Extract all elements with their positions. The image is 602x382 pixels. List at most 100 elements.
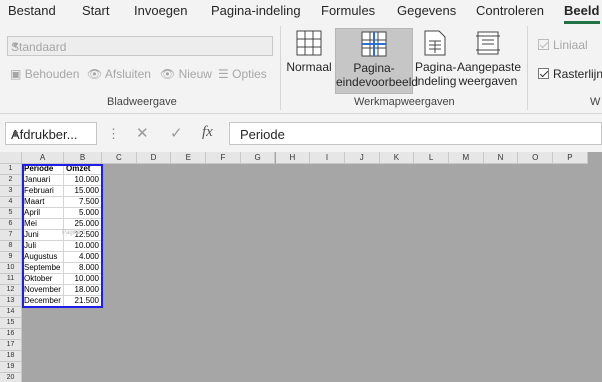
cell-b2[interactable]: 10.000 — [64, 175, 102, 186]
column-header-e[interactable]: E — [171, 152, 207, 164]
column-header-j[interactable]: J — [344, 152, 380, 164]
row-header-2[interactable]: 2 — [0, 175, 22, 186]
row-header-1[interactable]: 1 — [0, 164, 22, 175]
row-header-10[interactable]: 10 — [0, 263, 22, 274]
column-header-a[interactable]: A — [22, 152, 64, 164]
row-header-11[interactable]: 11 — [0, 274, 22, 285]
cell-b9[interactable]: 4.000 — [64, 252, 102, 263]
cell-a6[interactable]: Mei — [22, 219, 64, 230]
cell-a1[interactable]: Periode — [22, 164, 64, 175]
column-header-p[interactable]: P — [553, 152, 588, 164]
column-header-k[interactable]: K — [379, 152, 415, 164]
page-break-label-2: eindevoorbeeld — [336, 75, 419, 89]
column-header-c[interactable]: C — [102, 152, 137, 164]
new-view-button[interactable]: 👁 Nieuw — [160, 67, 212, 81]
row-header-20[interactable]: 20 — [0, 373, 22, 382]
cell-b4[interactable]: 7.500 — [64, 197, 102, 208]
row-header-6[interactable]: 6 — [0, 219, 22, 230]
name-box[interactable]: Afdrukber... ▼ — [5, 122, 97, 145]
row-header-3[interactable]: 3 — [0, 186, 22, 197]
custom-views-icon — [476, 31, 500, 55]
cell-a11[interactable]: Oktober — [22, 274, 64, 285]
keep-view-button[interactable]: ▣ Behouden — [10, 67, 79, 81]
cell-b10[interactable]: 8.000 — [64, 263, 102, 274]
row-header-7[interactable]: 7 — [0, 230, 22, 241]
tab-controleren[interactable]: Controleren — [476, 3, 544, 18]
cancel-icon[interactable]: ✕ — [136, 124, 149, 142]
page-break-preview-button[interactable]: Pagina- eindevoorbeeld — [335, 28, 418, 94]
cell-b13[interactable]: 21.500 — [64, 296, 102, 307]
list-icon: ☰ — [218, 67, 229, 81]
row-header-15[interactable]: 15 — [0, 318, 22, 329]
normal-view-button[interactable]: Normaal — [286, 28, 332, 90]
cell-a9[interactable]: Augustus — [22, 252, 64, 263]
gridlines-checkbox[interactable] — [538, 68, 549, 79]
group-label-show: W — [590, 96, 601, 108]
chevron-down-icon: ▼ — [11, 129, 20, 139]
row-header-17[interactable]: 17 — [0, 340, 22, 351]
row-header-12[interactable]: 12 — [0, 285, 22, 296]
column-header-m[interactable]: M — [449, 152, 484, 164]
column-header-n[interactable]: N — [483, 152, 519, 164]
cell-a12[interactable]: November — [22, 285, 64, 296]
cell-a8[interactable]: Juli — [22, 241, 64, 252]
formula-actions: ✕ ✓ fx — [120, 122, 224, 145]
row-header-18[interactable]: 18 — [0, 351, 22, 362]
cell-b8[interactable]: 10.000 — [64, 241, 102, 252]
cell-a13[interactable]: December — [22, 296, 64, 307]
column-header-i[interactable]: I — [310, 152, 345, 164]
page-layout-button[interactable]: Pagina- indeling — [415, 28, 456, 90]
cell-a3[interactable]: Februari — [22, 186, 64, 197]
column-header-f[interactable]: F — [206, 152, 241, 164]
view-options-button[interactable]: ☰ Opties — [218, 67, 267, 81]
custom-views-label-1: Aangepaste — [457, 60, 522, 74]
column-header-g[interactable]: G — [240, 152, 276, 164]
enter-icon[interactable]: ✓ — [170, 124, 183, 142]
cell-a2[interactable]: Januari — [22, 175, 64, 186]
group-label-sheet-view: Bladweergave — [107, 96, 177, 108]
tab-start[interactable]: Start — [82, 3, 109, 18]
cell-b1[interactable]: Omzet — [64, 164, 102, 175]
tab-bestand[interactable]: Bestand — [8, 3, 56, 18]
group-label-workbook-views: Werkmapweergaven — [354, 96, 455, 108]
tab-formules[interactable]: Formules — [321, 3, 375, 18]
exit-view-label: Afsluiten — [104, 67, 151, 81]
column-header-h[interactable]: H — [275, 152, 311, 164]
row-header-16[interactable]: 16 — [0, 329, 22, 340]
tab-invoegen[interactable]: Invoegen — [134, 3, 188, 18]
exit-view-button[interactable]: 👁 Afsluiten — [87, 67, 151, 81]
row-header-9[interactable]: 9 — [0, 252, 22, 263]
row-header-8[interactable]: 8 — [0, 241, 22, 252]
row-header-14[interactable]: 14 — [0, 307, 22, 318]
sheet-view-selector[interactable]: Standaard ▼ — [7, 36, 273, 56]
ruler-checkbox[interactable] — [538, 39, 549, 50]
gridlines-label: Rasterlijnen — [553, 67, 602, 81]
row-header-5[interactable]: 5 — [0, 208, 22, 219]
cell-b12[interactable]: 18.000 — [64, 285, 102, 296]
tab-gegevens[interactable]: Gegevens — [397, 3, 456, 18]
worksheet-grid[interactable]: ABCDEFGHIJKLMNOP 1 2 3 4 5 6 7 8 9 10 11 12 13 14 15 16… — [0, 152, 602, 382]
column-header-d[interactable]: D — [136, 152, 172, 164]
formula-input[interactable]: Periode — [229, 122, 602, 145]
column-header-o[interactable]: O — [518, 152, 554, 164]
cell-b6[interactable]: 25.000 — [64, 219, 102, 230]
row-header-13[interactable]: 13 — [0, 296, 22, 307]
custom-views-button[interactable]: Aangepaste weergaven — [457, 28, 522, 90]
column-header-l[interactable]: L — [414, 152, 449, 164]
more-options-icon[interactable]: ⋮ — [107, 126, 120, 142]
cell-b11[interactable]: 10.000 — [64, 274, 102, 285]
row-header-4[interactable]: 4 — [0, 197, 22, 208]
cell-a4[interactable]: Maart — [22, 197, 64, 208]
select-all-corner[interactable] — [0, 152, 22, 164]
cell-b3[interactable]: 15.000 — [64, 186, 102, 197]
excel-window: Bestand Start Invoegen Pagina-indeling F… — [0, 0, 602, 382]
tab-beeld[interactable]: Beeld — [564, 3, 599, 18]
insert-function-icon[interactable]: fx — [202, 124, 213, 141]
cell-b5[interactable]: 5.000 — [64, 208, 102, 219]
cell-a5[interactable]: April — [22, 208, 64, 219]
cell-a7[interactable]: Juni — [22, 230, 64, 241]
column-header-b[interactable]: B — [64, 152, 102, 164]
tab-pagina-indeling[interactable]: Pagina-indeling — [211, 3, 301, 18]
cell-a10[interactable]: Septembe — [22, 263, 64, 274]
row-header-19[interactable]: 19 — [0, 362, 22, 373]
